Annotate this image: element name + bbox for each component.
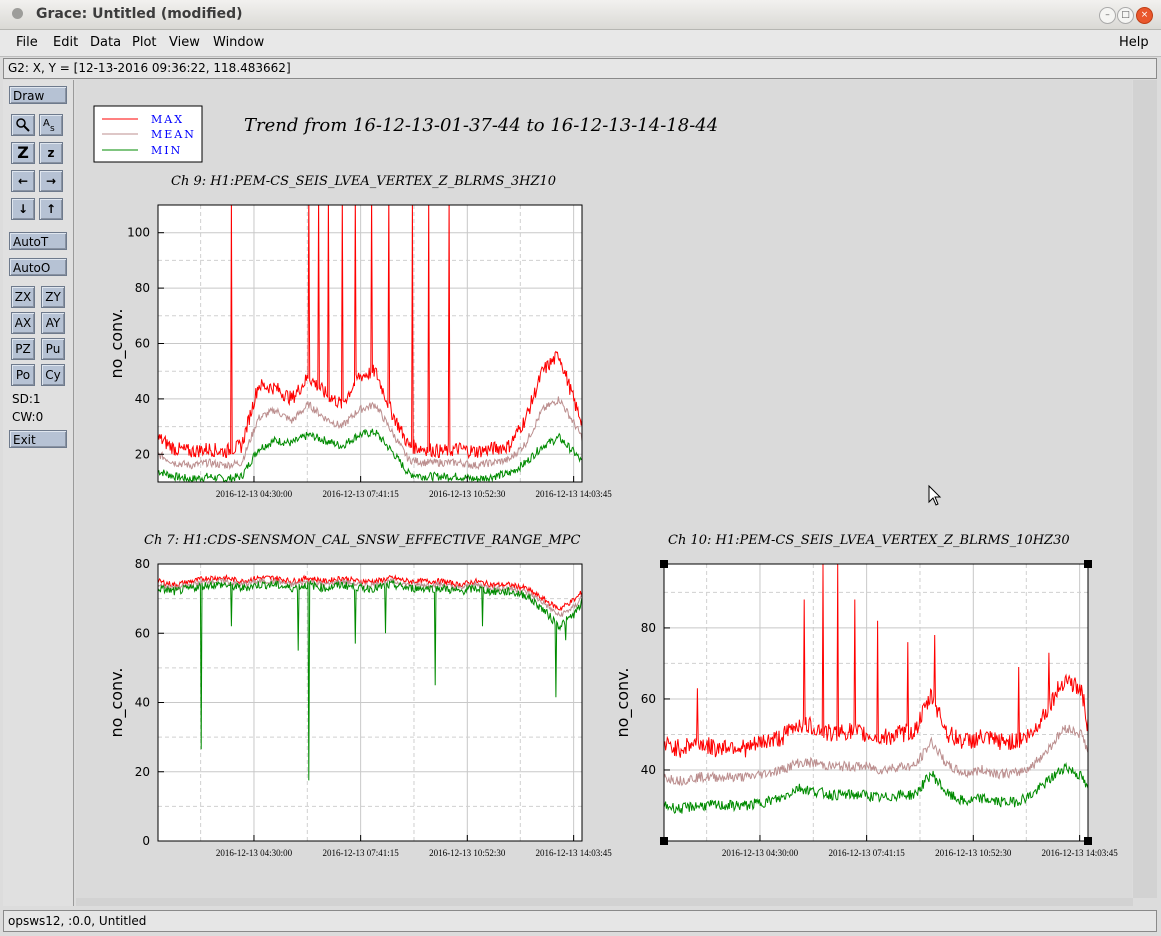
x-tick-label: 2016-12-13 14:03:45 — [536, 489, 613, 499]
legend-mean-label: MEAN — [151, 128, 196, 141]
x-tick-label: 2016-12-13 07:41:15 — [323, 489, 400, 499]
x-tick-label: 2016-12-13 14:03:45 — [536, 848, 613, 858]
selection-handle — [1084, 560, 1092, 568]
graph-ch10[interactable]: 40 60 80 2016-12-13 04:30:00 2016-12-13 07:4… — [613, 560, 1118, 858]
y-tick-label: 80 — [135, 557, 150, 571]
graph-ch7-title: Ch 7: H1:CDS-SENSMON_CAL_SNSW_EFFECTIVE_… — [144, 533, 581, 548]
x-tick-label: 2016-12-13 10:52:30 — [429, 848, 506, 858]
x-tick-label: 2016-12-13 10:52:30 — [935, 848, 1012, 858]
x-tick-label: 2016-12-13 07:41:15 — [829, 848, 906, 858]
y-axis-label: no_conv. — [107, 668, 127, 738]
x-tick-label: 2016-12-13 10:52:30 — [429, 489, 506, 499]
main-title: Trend from 16-12-13-01-37-44 to 16-12-13… — [244, 115, 718, 136]
status-bar: opsws12, :0.0, Untitled — [3, 910, 1157, 932]
status-text: opsws12, :0.0, Untitled — [8, 914, 147, 928]
y-tick-label: 60 — [135, 337, 150, 351]
graph-ch9[interactable]: 20 40 60 80 100 2016-12-13 04:30:00 2016-12-13… — [107, 191, 612, 499]
y-axis-label: no_conv. — [107, 309, 127, 379]
y-tick-label: 40 — [135, 392, 150, 406]
y-tick-label: 60 — [135, 626, 150, 640]
legend-min-label: MIN — [151, 144, 182, 157]
x-tick-label: 2016-12-13 07:41:15 — [323, 848, 400, 858]
mouse-cursor-icon — [928, 484, 942, 506]
y-tick-label: 80 — [641, 621, 656, 635]
x-tick-label: 2016-12-13 14:03:45 — [1042, 848, 1119, 858]
legend-max-label: MAX — [151, 113, 184, 126]
graph-ch9-title: Ch 9: H1:PEM-CS_SEIS_LVEA_VERTEX_Z_BLRMS… — [171, 174, 556, 189]
legend: MAX MEAN MIN — [93, 105, 203, 163]
y-tick-label: 40 — [135, 696, 150, 710]
selection-handle — [660, 560, 668, 568]
y-tick-label: 80 — [135, 281, 150, 295]
y-tick-label: 20 — [135, 447, 150, 461]
y-tick-label: 60 — [641, 692, 656, 706]
graph-ch10-title: Ch 10: H1:PEM-CS_SEIS_LVEA_VERTEX_Z_BLRM… — [668, 533, 1070, 548]
x-tick-label: 2016-12-13 04:30:00 — [216, 489, 293, 499]
graph-ch7[interactable]: 0 20 40 60 80 2016-12-13 04:30:00 2016-12-13 0… — [107, 557, 612, 858]
y-tick-label: 40 — [641, 763, 656, 777]
x-tick-label: 2016-12-13 04:30:00 — [722, 848, 799, 858]
y-tick-label: 20 — [135, 765, 150, 779]
y-axis-label: no_conv. — [613, 668, 633, 738]
selection-handle — [660, 837, 668, 845]
x-tick-label: 2016-12-13 04:30:00 — [216, 848, 293, 858]
selection-handle — [1084, 837, 1092, 845]
y-tick-label: 0 — [142, 834, 150, 848]
y-tick-label: 100 — [127, 226, 150, 240]
plots-svg: MAX MEAN MIN Trend from 16-12-13-01-37-4… — [93, 105, 1118, 858]
